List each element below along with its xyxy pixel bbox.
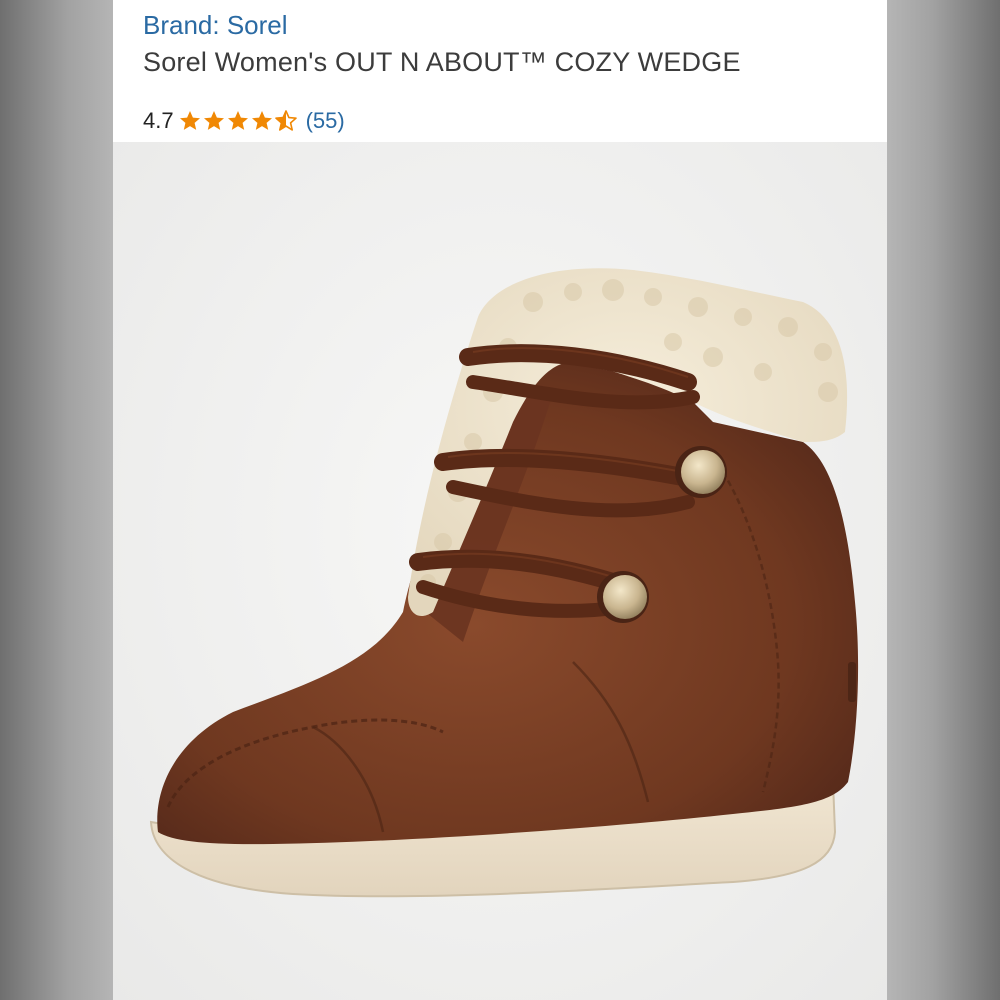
star-icon [203,111,224,130]
boot-illustration [149,268,859,898]
rating-row[interactable]: 4.7 (55) [143,106,345,136]
star-icon [251,111,272,130]
brand-link[interactable]: Brand: Sorel [143,10,288,41]
right-blur-border [887,0,1000,1000]
product-panel: Brand: Sorel Sorel Women's OUT N ABOUT™ … [113,0,887,1000]
star-icon [227,111,248,130]
product-title: Sorel Women's OUT N ABOUT™ COZY WEDGE [143,47,741,77]
rating-value: 4.7 [143,108,174,133]
review-count-link[interactable]: (55) [306,108,345,134]
product-header: Brand: Sorel Sorel Women's OUT N ABOUT™ … [113,0,887,142]
star-icon [179,111,200,130]
product-image[interactable] [113,142,887,1000]
half-star-icon [274,110,297,131]
star-rating[interactable] [178,109,298,133]
left-blur-border [0,0,113,1000]
